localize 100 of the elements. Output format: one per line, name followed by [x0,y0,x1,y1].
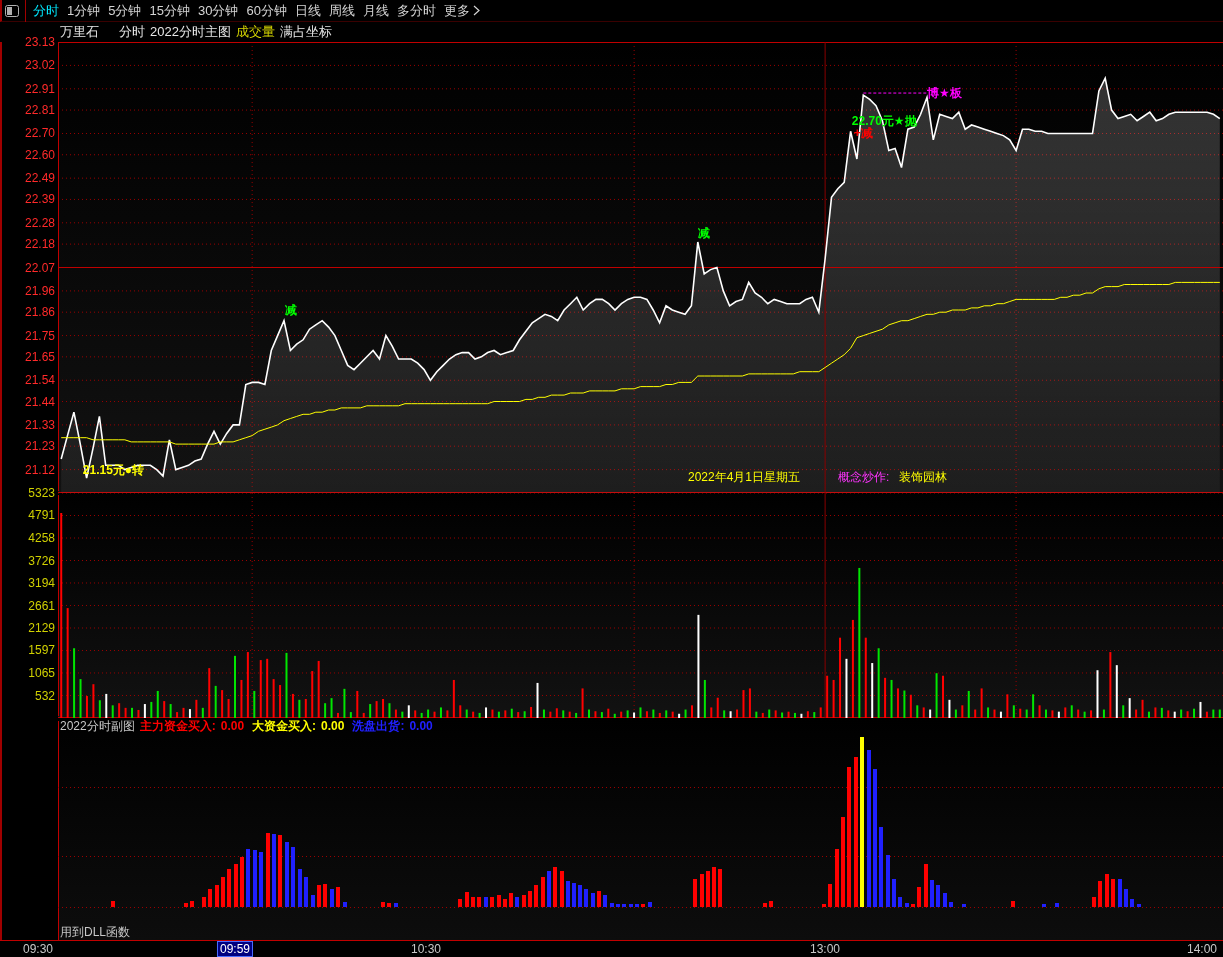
indicator-bar [215,885,219,907]
indicator-bar [503,899,507,907]
indicator-bar [936,885,940,907]
dashed-marker-line [862,92,928,94]
indicator-bar [1105,874,1109,907]
indicator-bar [387,903,391,907]
indicator-bar [835,849,839,907]
price-axis-label: 21.65 [24,350,55,364]
indicator-bar [202,897,206,907]
indicator-bar [930,880,934,907]
indicator-bar [190,901,194,907]
indicator-bar [246,849,250,907]
indicator-bar [898,897,902,907]
scale-mode-label: 满占坐标 [279,23,332,41]
price-axis-label: 22.70 [24,126,55,140]
indicator-bar [597,891,601,907]
indicator-bar [572,883,576,907]
indicator-bar [1118,879,1122,907]
price-axis-label: 22.49 [24,171,55,185]
indicator-bar [560,871,564,907]
indicator-bar [497,895,501,907]
indicator-bar [1124,889,1128,907]
period-tab[interactable]: 5分钟 [104,0,146,21]
indicator-bar [629,904,633,907]
indicator-title: 2022分时副图 [60,717,135,735]
price-axis-label: 22.91 [24,82,55,96]
indicator-bar [591,893,595,907]
indicator-name: 2022分时主图 [150,23,231,41]
indicator-bar [323,884,327,907]
indicator-bar [458,899,462,907]
indicator-legend-value: 0.00 [321,719,345,733]
price-axis-label: 22.28 [24,216,55,230]
indicator-bar [712,867,716,907]
time-label: 09:59 [217,941,253,957]
period-tab[interactable]: 15分钟 [145,0,194,21]
price-axis-label: 21.23 [24,439,55,453]
indicator-bar [253,850,257,907]
indicator-bar [240,857,244,907]
period-tab[interactable]: 1分钟 [63,0,105,21]
concept-value: 装饰园林 [899,469,948,486]
indicator-bar [700,874,704,907]
indicator-bar [949,902,953,907]
indicator-bar [515,897,519,907]
indicator-bar [905,903,909,907]
indicator-bar [234,864,238,907]
indicator-bar [259,852,263,907]
price-axis-label: 21.86 [24,305,55,319]
volume-axis-label: 3726 [28,554,55,567]
indicator-bar [648,902,652,907]
indicator-bar [706,871,710,907]
indicator-bar [616,904,620,907]
more-button[interactable]: 更多 [439,0,484,21]
period-tab[interactable]: 分时 [29,0,63,21]
indicator-legend-label: 大资金买入: [252,717,317,735]
indicator-bar [111,901,115,907]
signal-label: 减 [285,304,298,317]
indicator-bar [1055,903,1059,907]
indicator-bar [1092,897,1096,907]
indicator-bar [828,884,832,907]
indicator-bar [578,885,582,907]
volume-axis-label: 3194 [28,576,55,590]
indicator-bar [1130,899,1134,907]
time-label: 13:00 [809,941,841,957]
volume-axis-label: 4791 [28,509,55,522]
indicator-bar [566,881,570,907]
indicator-bar [553,867,557,907]
indicator-bar [208,889,212,907]
time-label: 09:30 [21,941,54,957]
stock-name: 万里石 [60,23,99,41]
indicator-bar [528,891,532,907]
period-tab[interactable]: 30分钟 [193,0,243,21]
indicator-bar [769,901,773,907]
period-tab[interactable]: 日线 [290,0,325,21]
panel-icon[interactable] [5,4,19,17]
price-axis-label: 21.44 [24,395,55,408]
indicator-bar [641,904,645,907]
indicator-bar [278,835,282,907]
period-tab[interactable]: 周线 [324,0,359,21]
indicator-bar [381,902,385,907]
indicator-bar [522,895,526,907]
signal-label: 博★板 [926,87,962,100]
indicator-bar [822,904,826,907]
indicator-bar [465,892,469,907]
volume-axis-label: 1597 [28,644,55,657]
price-axis-label: 22.60 [24,148,55,162]
indicator-bar [1137,904,1141,907]
indicator-bar [763,903,767,907]
period-tab[interactable]: 60分钟 [242,0,291,21]
indicator-bar [718,869,722,907]
period-tab[interactable]: 月线 [358,0,393,21]
period-tab[interactable]: 多分时 [392,0,440,21]
indicator-bar [471,897,475,907]
indicator-bar [394,903,398,907]
indicator-bar [490,897,494,907]
chart-mode-label: 分时 [119,23,145,41]
indicator-bar [962,904,966,907]
indicator-legend-label: 主力资金买入: [139,717,216,735]
indicator-bar [1042,904,1046,907]
indicator-bar [610,903,614,907]
indicator-bar [317,885,321,907]
